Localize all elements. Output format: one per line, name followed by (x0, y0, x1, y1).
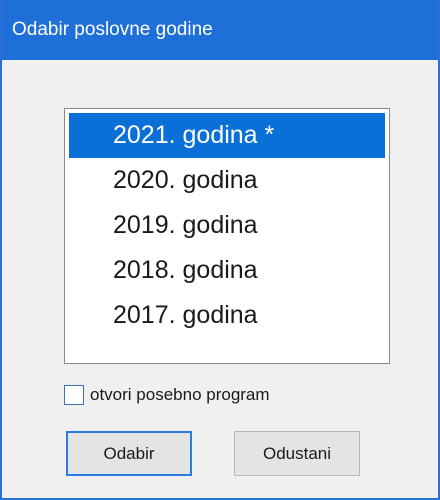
dialog-title: Odabir poslovne godine (12, 19, 213, 40)
list-item-2020[interactable]: 2020. godina (69, 158, 385, 203)
open-separately-label[interactable]: otvori posebno program (90, 385, 270, 405)
list-item-2019[interactable]: 2019. godina (69, 203, 385, 248)
year-selection-dialog: Odabir poslovne godine 2021. godina * 20… (0, 0, 440, 500)
dialog-titlebar[interactable]: Odabir poslovne godine (2, 0, 438, 60)
open-separately-option[interactable]: otvori posebno program (64, 382, 270, 408)
list-item-label: 2017. godina (113, 301, 258, 329)
year-listbox[interactable]: 2021. godina * 2020. godina 2019. godina… (64, 108, 390, 364)
list-item-2018[interactable]: 2018. godina (69, 248, 385, 293)
list-item-2017[interactable]: 2017. godina (69, 293, 385, 338)
open-separately-checkbox[interactable] (64, 385, 84, 405)
list-item-label: 2020. godina (113, 166, 258, 194)
list-item-label: 2018. godina (113, 256, 258, 284)
list-item-label: 2021. godina * (113, 121, 275, 149)
cancel-button[interactable]: Odustani (234, 431, 360, 476)
list-item-2021[interactable]: 2021. godina * (69, 113, 385, 158)
list-item-label: 2019. godina (113, 211, 258, 239)
select-button[interactable]: Odabir (66, 431, 192, 476)
